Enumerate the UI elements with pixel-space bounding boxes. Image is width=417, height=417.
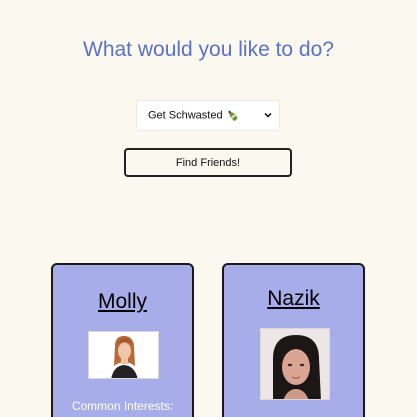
friend-photo xyxy=(260,328,330,400)
molly-portrait xyxy=(89,332,158,378)
common-interests-label: Common Interests: xyxy=(71,399,174,413)
friend-name[interactable]: Nazik xyxy=(224,287,363,311)
friend-name[interactable]: Molly xyxy=(53,290,192,314)
friend-card-molly[interactable]: Molly Common Interests: xyxy=(51,263,194,417)
find-friends-button[interactable]: Find Friends! xyxy=(124,148,292,177)
page: What would you like to do? Get Schwasted… xyxy=(0,0,417,417)
friend-card-nazik[interactable]: Nazik xyxy=(222,263,365,417)
nazik-portrait xyxy=(261,329,329,399)
activity-select-value: Get Schwasted xyxy=(148,109,239,122)
chevron-down-icon xyxy=(264,112,272,118)
activity-select[interactable]: Get Schwasted xyxy=(136,100,280,131)
friend-photo xyxy=(88,331,159,379)
bottle-icon xyxy=(227,110,237,121)
page-heading: What would you like to do? xyxy=(83,38,334,61)
